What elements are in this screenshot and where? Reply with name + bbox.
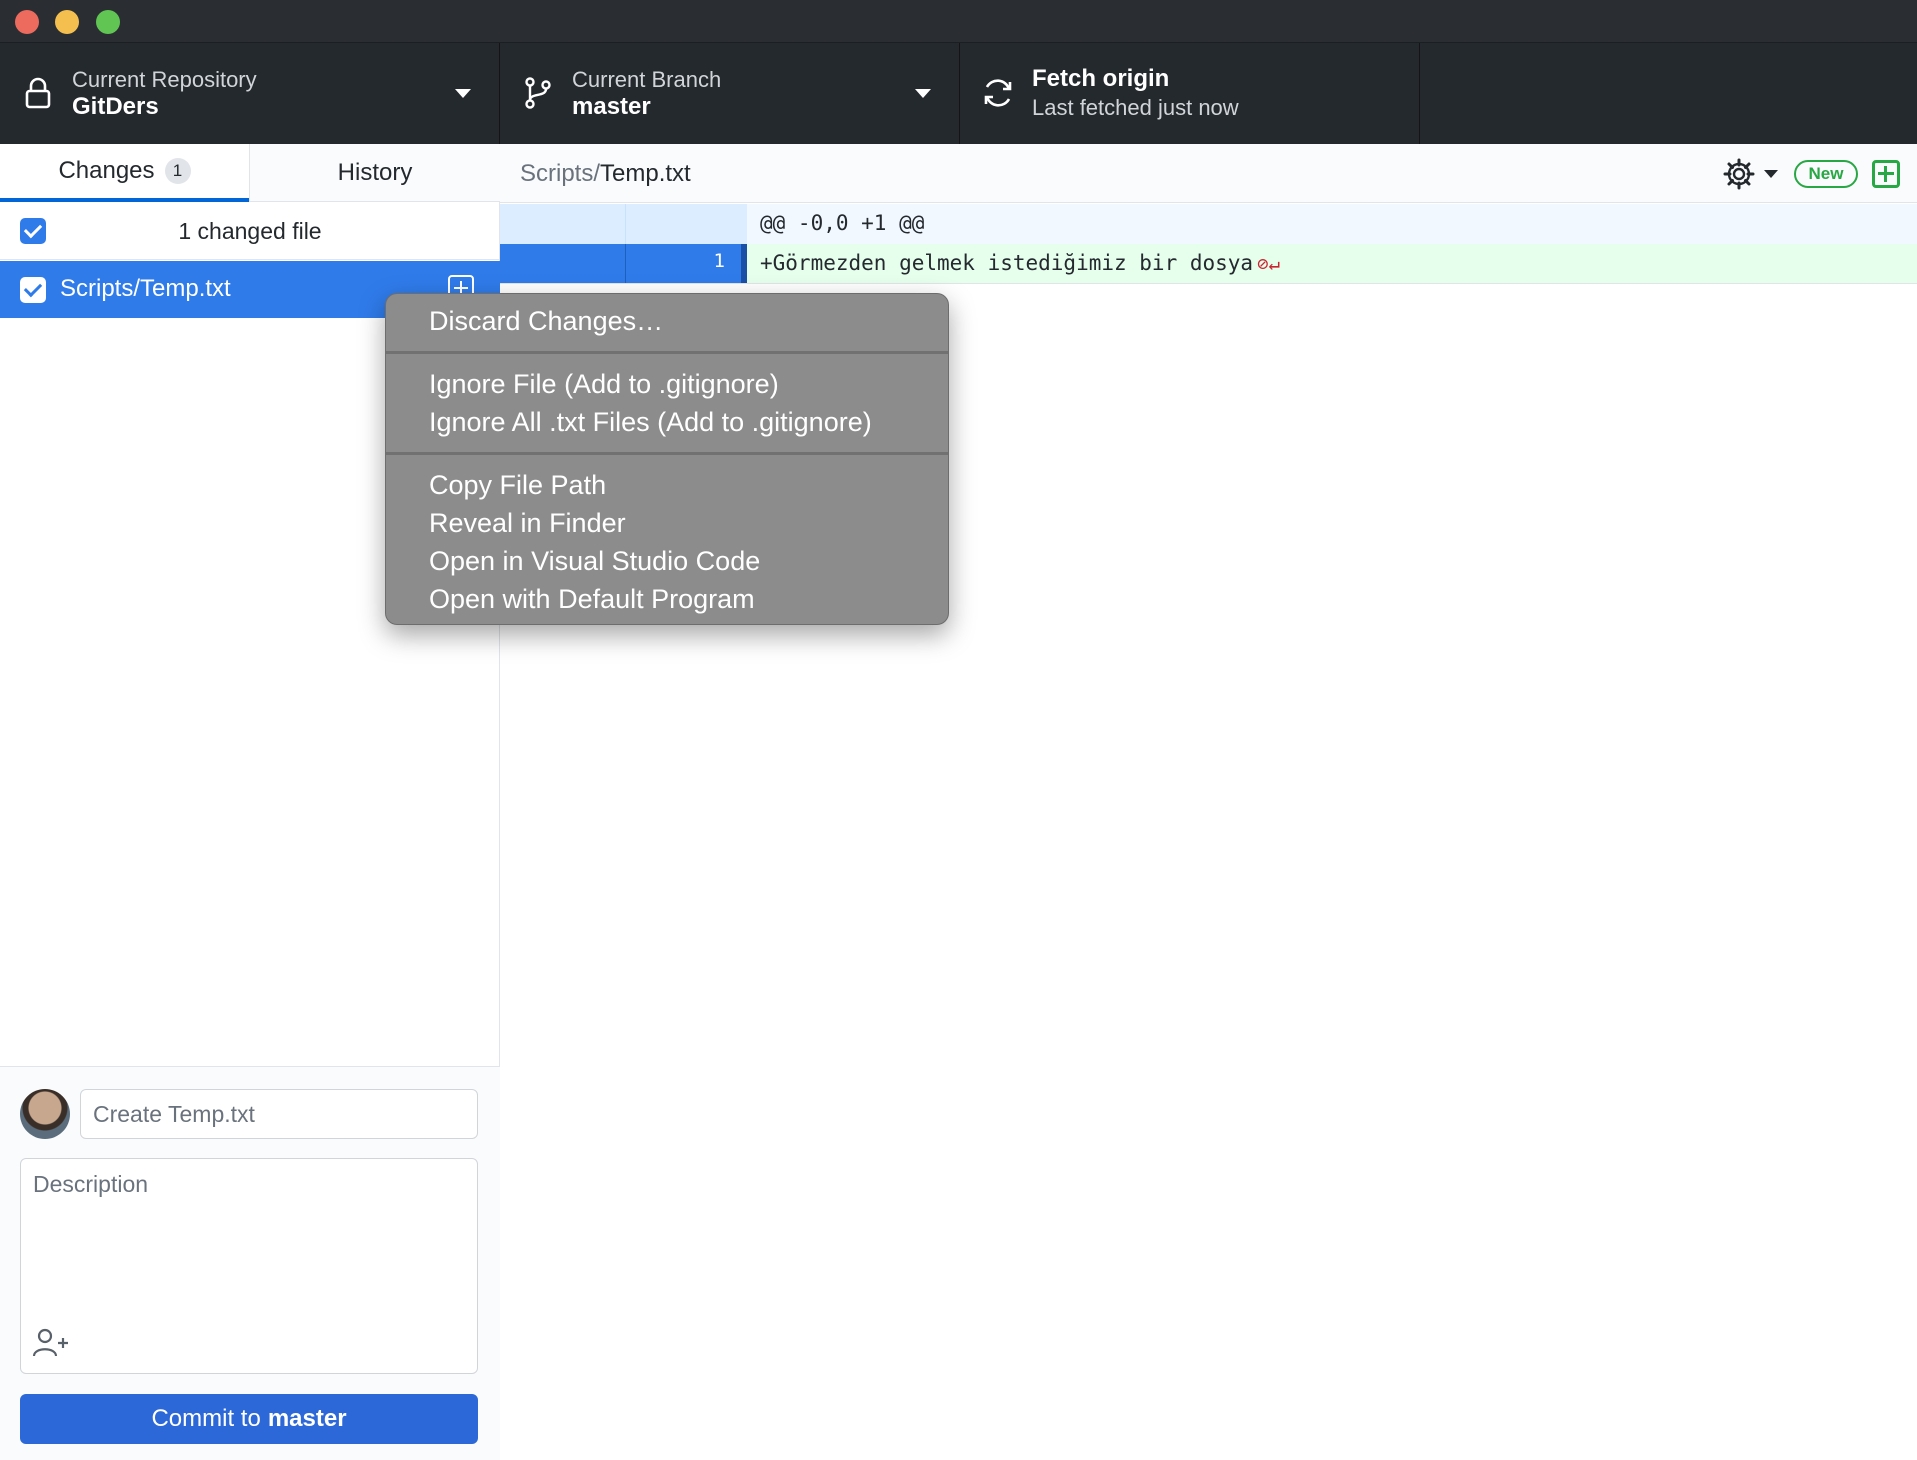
commit-button[interactable]: Commit to master <box>20 1394 478 1444</box>
diff-hunk-header: @@ -0,0 +1 @@ <box>500 204 1917 244</box>
line-number: 1 <box>713 250 725 272</box>
commit-button-branch: master <box>267 1405 347 1432</box>
diff-path-filename: Temp.txt <box>600 160 691 187</box>
changed-files-header: 1 changed file <box>0 202 500 260</box>
commit-description-input[interactable] <box>21 1159 477 1329</box>
chevron-down-icon <box>915 89 931 98</box>
diff-gutter-new <box>625 204 747 244</box>
tab-history-label: History <box>337 159 413 186</box>
menu-item-copy-file-path[interactable]: Copy File Path <box>386 466 948 504</box>
branch-name: master <box>572 93 651 120</box>
commit-area: Commit to master <box>0 1066 500 1460</box>
git-branch-icon <box>525 77 551 109</box>
fetch-status: Last fetched just now <box>1032 95 1239 120</box>
person-add-icon[interactable] <box>31 1325 71 1361</box>
sidebar-tabs: Changes 1 History <box>0 144 500 202</box>
repository-label: Current Repository <box>72 67 257 92</box>
minimize-window-button[interactable] <box>55 10 79 34</box>
new-file-badge: New <box>1794 160 1858 188</box>
current-repository-button[interactable]: Current Repository GitDers <box>0 43 500 144</box>
diff-header: Scripts/Temp.txt New <box>500 144 1917 203</box>
menu-item-ignore-all-txt[interactable]: Ignore All .txt Files (Add to .gitignore… <box>386 403 948 441</box>
file-context-menu: Discard Changes… Ignore File (Add to .gi… <box>385 293 949 625</box>
tab-history[interactable]: History <box>249 144 500 202</box>
repository-name: GitDers <box>72 93 159 120</box>
avatar <box>20 1089 70 1139</box>
diff-path-directory: Scripts/ <box>520 160 601 187</box>
file-checkbox[interactable] <box>20 277 46 303</box>
branch-label: Current Branch <box>572 67 722 92</box>
diff-gutter-new[interactable]: 1 <box>625 244 747 283</box>
changes-count-badge: 1 <box>164 158 191 184</box>
menu-item-ignore-file[interactable]: Ignore File (Add to .gitignore) <box>386 365 948 403</box>
menu-item-reveal-in-finder[interactable]: Reveal in Finder <box>386 504 948 542</box>
toolbar: Current Repository GitDers Current Branc… <box>0 43 1917 144</box>
file-path: Scripts/Temp.txt <box>60 275 231 302</box>
commit-description-box <box>20 1158 478 1374</box>
window-titlebar <box>0 0 1917 43</box>
tab-changes[interactable]: Changes 1 <box>0 144 249 202</box>
commit-summary-input[interactable] <box>80 1089 478 1139</box>
menu-separator <box>386 452 948 455</box>
fetch-origin-button[interactable]: Fetch origin Last fetched just now <box>960 43 1420 144</box>
diff-gutter-old[interactable] <box>500 244 625 283</box>
diff-line-added[interactable]: 1 +Görmezden gelmek istediğimiz bir dosy… <box>500 244 1917 284</box>
lock-icon <box>25 77 51 109</box>
file-added-icon <box>1872 160 1900 188</box>
menu-separator <box>386 351 948 354</box>
hunk-header-text: @@ -0,0 +1 @@ <box>760 211 925 235</box>
diff-gutter-old <box>500 204 625 244</box>
diff-file-path: Scripts/Temp.txt <box>520 160 691 188</box>
fetch-title: Fetch origin <box>1032 65 1170 92</box>
gear-icon[interactable] <box>1722 157 1756 191</box>
menu-item-open-default-program[interactable]: Open with Default Program <box>386 580 948 618</box>
menu-item-open-in-vscode[interactable]: Open in Visual Studio Code <box>386 542 948 580</box>
commit-button-prefix: Commit to <box>151 1405 261 1432</box>
tab-changes-label: Changes <box>58 157 155 184</box>
diff-line-text: +Görmezden gelmek istediğimiz bir dosya <box>760 251 1254 275</box>
chevron-down-icon <box>455 89 471 98</box>
close-window-button[interactable] <box>15 10 39 34</box>
chevron-down-icon[interactable] <box>1764 170 1778 178</box>
menu-item-discard-changes[interactable]: Discard Changes… <box>386 302 948 340</box>
current-branch-button[interactable]: Current Branch master <box>500 43 960 144</box>
sync-icon <box>984 79 1012 107</box>
maximize-window-button[interactable] <box>96 10 120 34</box>
no-newline-icon: ⊘↵ <box>1257 253 1280 275</box>
changed-files-count: 1 changed file <box>178 218 322 244</box>
diff-line-content: +Görmezden gelmek istediğimiz bir dosya ⊘… <box>760 251 1280 275</box>
